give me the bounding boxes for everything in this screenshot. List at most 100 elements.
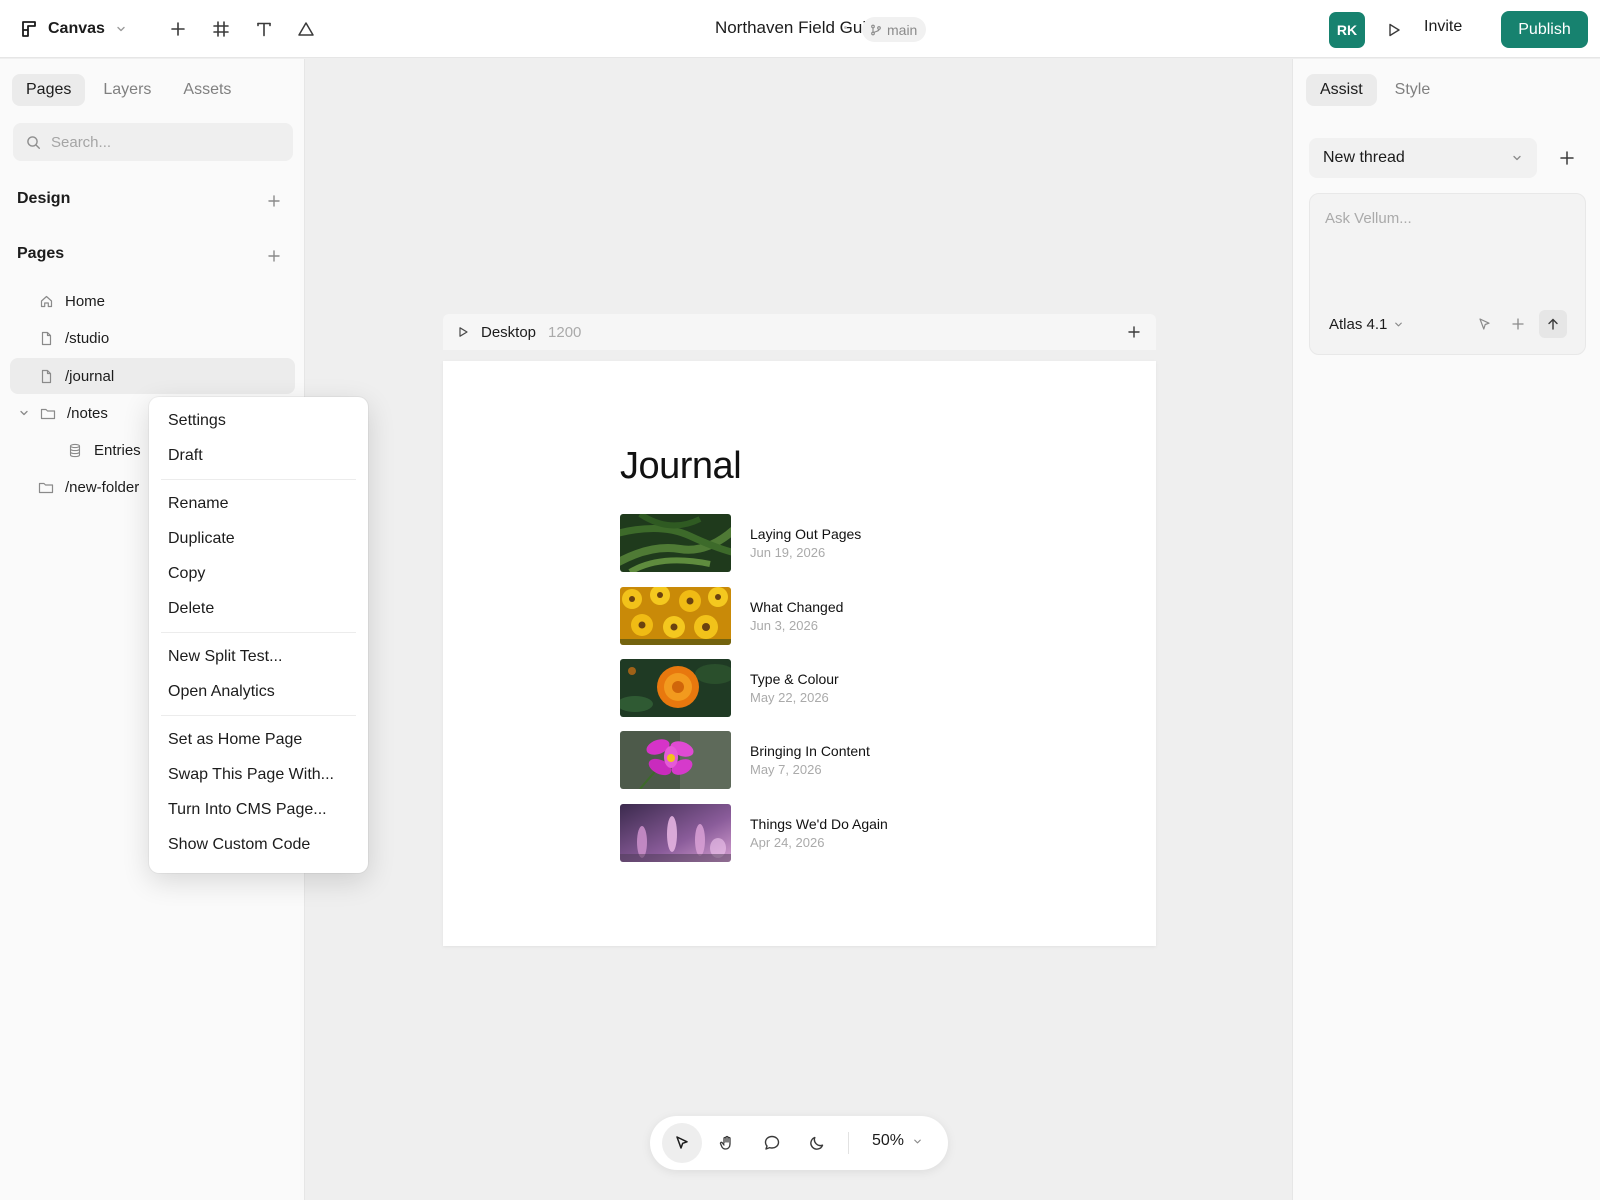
page-label: /journal xyxy=(65,367,115,385)
menu-item-copy[interactable]: Copy xyxy=(149,556,368,591)
tab-assets[interactable]: Assets xyxy=(169,74,245,106)
arrow-up-icon xyxy=(1546,317,1560,331)
select-element-button[interactable] xyxy=(1470,310,1498,338)
plus-icon xyxy=(267,194,281,208)
journal-entry[interactable]: Type & Colour May 22, 2026 xyxy=(620,659,1040,717)
design-section-title: Design xyxy=(17,190,71,207)
page-label: Home xyxy=(65,292,106,310)
journal-entry[interactable]: What Changed Jun 3, 2026 xyxy=(620,587,1040,645)
journal-entry[interactable]: Bringing In Content May 7, 2026 xyxy=(620,731,1040,789)
pages-section-title: Pages xyxy=(17,245,65,262)
menu-item-turn-into-cms[interactable]: Turn Into CMS Page... xyxy=(149,792,368,827)
page-label: /notes xyxy=(67,404,108,422)
menu-item-show-custom-code[interactable]: Show Custom Code xyxy=(149,827,368,862)
menu-item-rename[interactable]: Rename xyxy=(149,486,368,521)
text-tool-button[interactable] xyxy=(252,17,276,41)
document-title[interactable]: Northaven Field Guide xyxy=(715,18,885,37)
desktop-frame[interactable]: Journal Laying Out Pages Jun 19, 2026 Wh… xyxy=(443,361,1156,946)
menu-item-settings[interactable]: Settings xyxy=(149,403,368,438)
send-button[interactable] xyxy=(1539,310,1567,338)
tab-layers[interactable]: Layers xyxy=(89,74,165,106)
thread-selector[interactable]: New thread xyxy=(1309,138,1537,178)
frame-tool-button[interactable] xyxy=(209,17,233,41)
menu-item-draft[interactable]: Draft xyxy=(149,438,368,473)
menu-divider xyxy=(161,632,356,633)
search-input[interactable] xyxy=(51,133,271,151)
hand-tool-button[interactable] xyxy=(707,1123,747,1163)
menu-item-duplicate[interactable]: Duplicate xyxy=(149,521,368,556)
search-icon xyxy=(26,135,41,150)
journal-entry[interactable]: Laying Out Pages Jun 19, 2026 xyxy=(620,514,1040,572)
menu-item-new-split-test[interactable]: New Split Test... xyxy=(149,639,368,674)
entry-title: Laying Out Pages xyxy=(750,526,862,542)
page-item-studio[interactable]: /studio xyxy=(10,320,295,356)
thread-label: New thread xyxy=(1323,149,1405,166)
entry-thumbnail-fern xyxy=(620,514,731,572)
journal-heading: Journal xyxy=(620,445,742,487)
frame-grid-icon xyxy=(212,20,230,38)
menu-item-set-home-page[interactable]: Set as Home Page xyxy=(149,722,368,757)
entry-title: Things We'd Do Again xyxy=(750,816,888,832)
git-branch-icon xyxy=(870,24,882,36)
zoom-selector[interactable]: 50% xyxy=(872,1132,923,1150)
branch-selector[interactable]: main xyxy=(862,17,927,42)
chevron-down-icon xyxy=(115,23,127,35)
assist-input[interactable] xyxy=(1325,210,1570,270)
comment-icon xyxy=(763,1134,781,1152)
assist-composer: Atlas 4.1 xyxy=(1309,193,1586,355)
journal-entry[interactable]: Things We'd Do Again Apr 24, 2026 xyxy=(620,804,1040,862)
entry-thumbnail-sunflowers xyxy=(620,587,731,645)
entry-title: What Changed xyxy=(750,599,844,615)
add-design-button[interactable] xyxy=(264,191,284,211)
tab-style[interactable]: Style xyxy=(1381,74,1445,106)
page-item-home[interactable]: Home xyxy=(10,283,295,319)
app-logo-icon xyxy=(20,20,38,38)
model-name: Atlas 4.1 xyxy=(1329,316,1388,333)
model-selector[interactable]: Atlas 4.1 xyxy=(1329,316,1404,333)
attach-button[interactable] xyxy=(1504,310,1532,338)
select-tool-button[interactable] xyxy=(662,1123,702,1163)
insert-button[interactable] xyxy=(166,17,190,41)
publish-button[interactable]: Publish xyxy=(1501,11,1588,48)
page-label: /new-folder xyxy=(65,478,140,496)
shape-triangle-icon xyxy=(297,20,315,38)
new-thread-button[interactable] xyxy=(1557,148,1577,168)
user-avatar[interactable]: RK xyxy=(1329,12,1365,48)
page-icon xyxy=(37,367,55,385)
entry-date: May 7, 2026 xyxy=(750,762,822,777)
menu-item-delete[interactable]: Delete xyxy=(149,591,368,626)
entry-date: Jun 3, 2026 xyxy=(750,618,818,633)
app-menu[interactable]: Canvas xyxy=(20,14,127,44)
preview-button[interactable] xyxy=(1382,18,1406,42)
plus-icon xyxy=(1511,317,1525,331)
plus-icon xyxy=(169,20,187,38)
add-page-button[interactable] xyxy=(264,246,284,266)
chevron-down-icon[interactable] xyxy=(16,405,32,421)
page-label: /studio xyxy=(65,329,110,347)
frame-header[interactable]: Desktop 1200 xyxy=(443,314,1156,350)
chevron-down-icon xyxy=(1511,152,1523,164)
shape-tool-button[interactable] xyxy=(294,17,318,41)
plus-icon xyxy=(1127,325,1141,339)
tab-assist[interactable]: Assist xyxy=(1306,74,1377,106)
page-item-journal[interactable]: /journal xyxy=(10,358,295,394)
page-search xyxy=(13,123,293,161)
left-panel-tabs: Pages Layers Assets xyxy=(12,74,245,106)
right-panel-tabs: Assist Style xyxy=(1306,74,1444,106)
pointer-icon xyxy=(673,1134,691,1152)
play-icon[interactable] xyxy=(457,326,469,338)
page-icon xyxy=(37,329,55,347)
comment-tool-button[interactable] xyxy=(752,1123,792,1163)
menu-divider xyxy=(161,479,356,480)
frame-name: Desktop xyxy=(481,323,537,341)
menu-divider xyxy=(161,715,356,716)
tab-pages[interactable]: Pages xyxy=(12,74,86,106)
plus-icon xyxy=(1559,150,1575,166)
menu-item-swap-page[interactable]: Swap This Page With... xyxy=(149,757,368,792)
right-panel: Assist Style New thread Atlas 4.1 xyxy=(1292,59,1600,1200)
dark-mode-toggle[interactable] xyxy=(797,1123,837,1163)
menu-item-open-analytics[interactable]: Open Analytics xyxy=(149,674,368,709)
add-breakpoint-button[interactable] xyxy=(1124,322,1144,342)
hand-icon xyxy=(718,1134,736,1152)
invite-button[interactable]: Invite xyxy=(1424,18,1462,36)
